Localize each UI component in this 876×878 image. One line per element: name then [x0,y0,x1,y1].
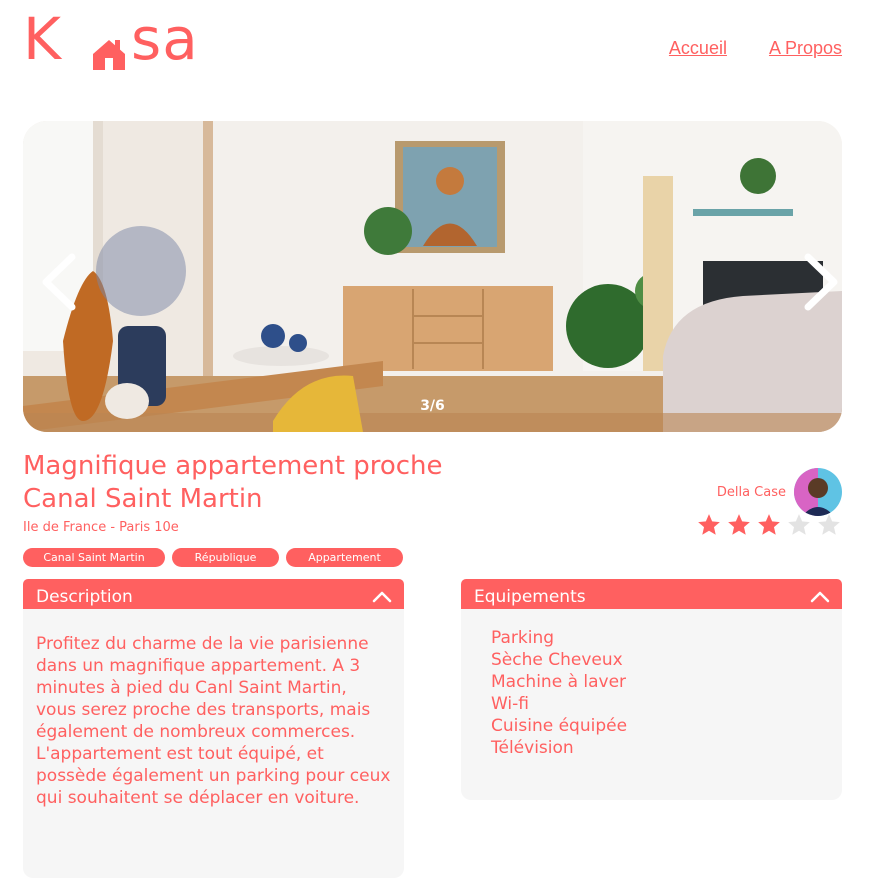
description-panel: Description Profitez du charme de la vie… [23,579,404,878]
list-item: Sèche Cheveux [491,650,623,670]
host-name: Della Case [716,484,786,500]
equipments-list: Parking Sèche Cheveux Machine à laver Wi… [461,614,842,759]
equipments-title: Equipements [474,586,586,607]
tag: Canal Saint Martin [23,548,165,567]
star-empty-icon [788,514,810,535]
chevron-up-icon[interactable] [372,591,392,603]
description-body: Profitez du charme de la vie parisienne … [23,609,404,878]
list-item: Télévision [491,738,574,758]
host-avatar [794,468,842,516]
logo-letter-k: K [23,5,61,73]
equipments-panel: Equipements Parking Sèche Cheveux Machin… [461,579,842,800]
star-empty-icon [818,514,840,535]
photo-carousel [23,121,842,432]
nav-link-about[interactable]: A Propos [769,38,842,59]
rating-stars [696,512,842,538]
description-text: Profitez du charme de la vie parisienne … [36,634,391,808]
kasa-logo[interactable]: K sa [23,10,198,78]
tag-list: Canal Saint Martin République Appartemen… [23,548,403,567]
main-nav: Accueil A Propos [669,38,842,59]
listing-title: Magnifique appartement proche Canal Sain… [23,451,443,514]
list-item: Machine à laver [491,672,627,692]
list-item: Cuisine équipée [491,716,628,736]
equipments-body: Parking Sèche Cheveux Machine à laver Wi… [461,609,842,800]
star-filled-icon [758,514,780,535]
carousel-counter: 3/6 [420,398,445,414]
star-filled-icon [698,514,720,535]
host-info: Della Case [717,468,842,516]
listing-location: Ile de France - Paris 10e [23,520,179,535]
description-title: Description [36,586,133,607]
nav-link-home[interactable]: Accueil [669,38,727,59]
apartment-photo [23,121,842,432]
tag: Appartement [286,548,403,567]
list-item: Parking [491,628,555,648]
tag: République [172,548,279,567]
chevron-up-icon[interactable] [810,591,830,603]
chevron-right-icon[interactable] [798,251,842,313]
house-icon [93,40,125,70]
logo-letters-sa: sa [131,5,199,73]
star-filled-icon [728,514,750,535]
chevron-left-icon[interactable] [36,251,82,313]
list-item: Wi-fi [491,694,530,714]
